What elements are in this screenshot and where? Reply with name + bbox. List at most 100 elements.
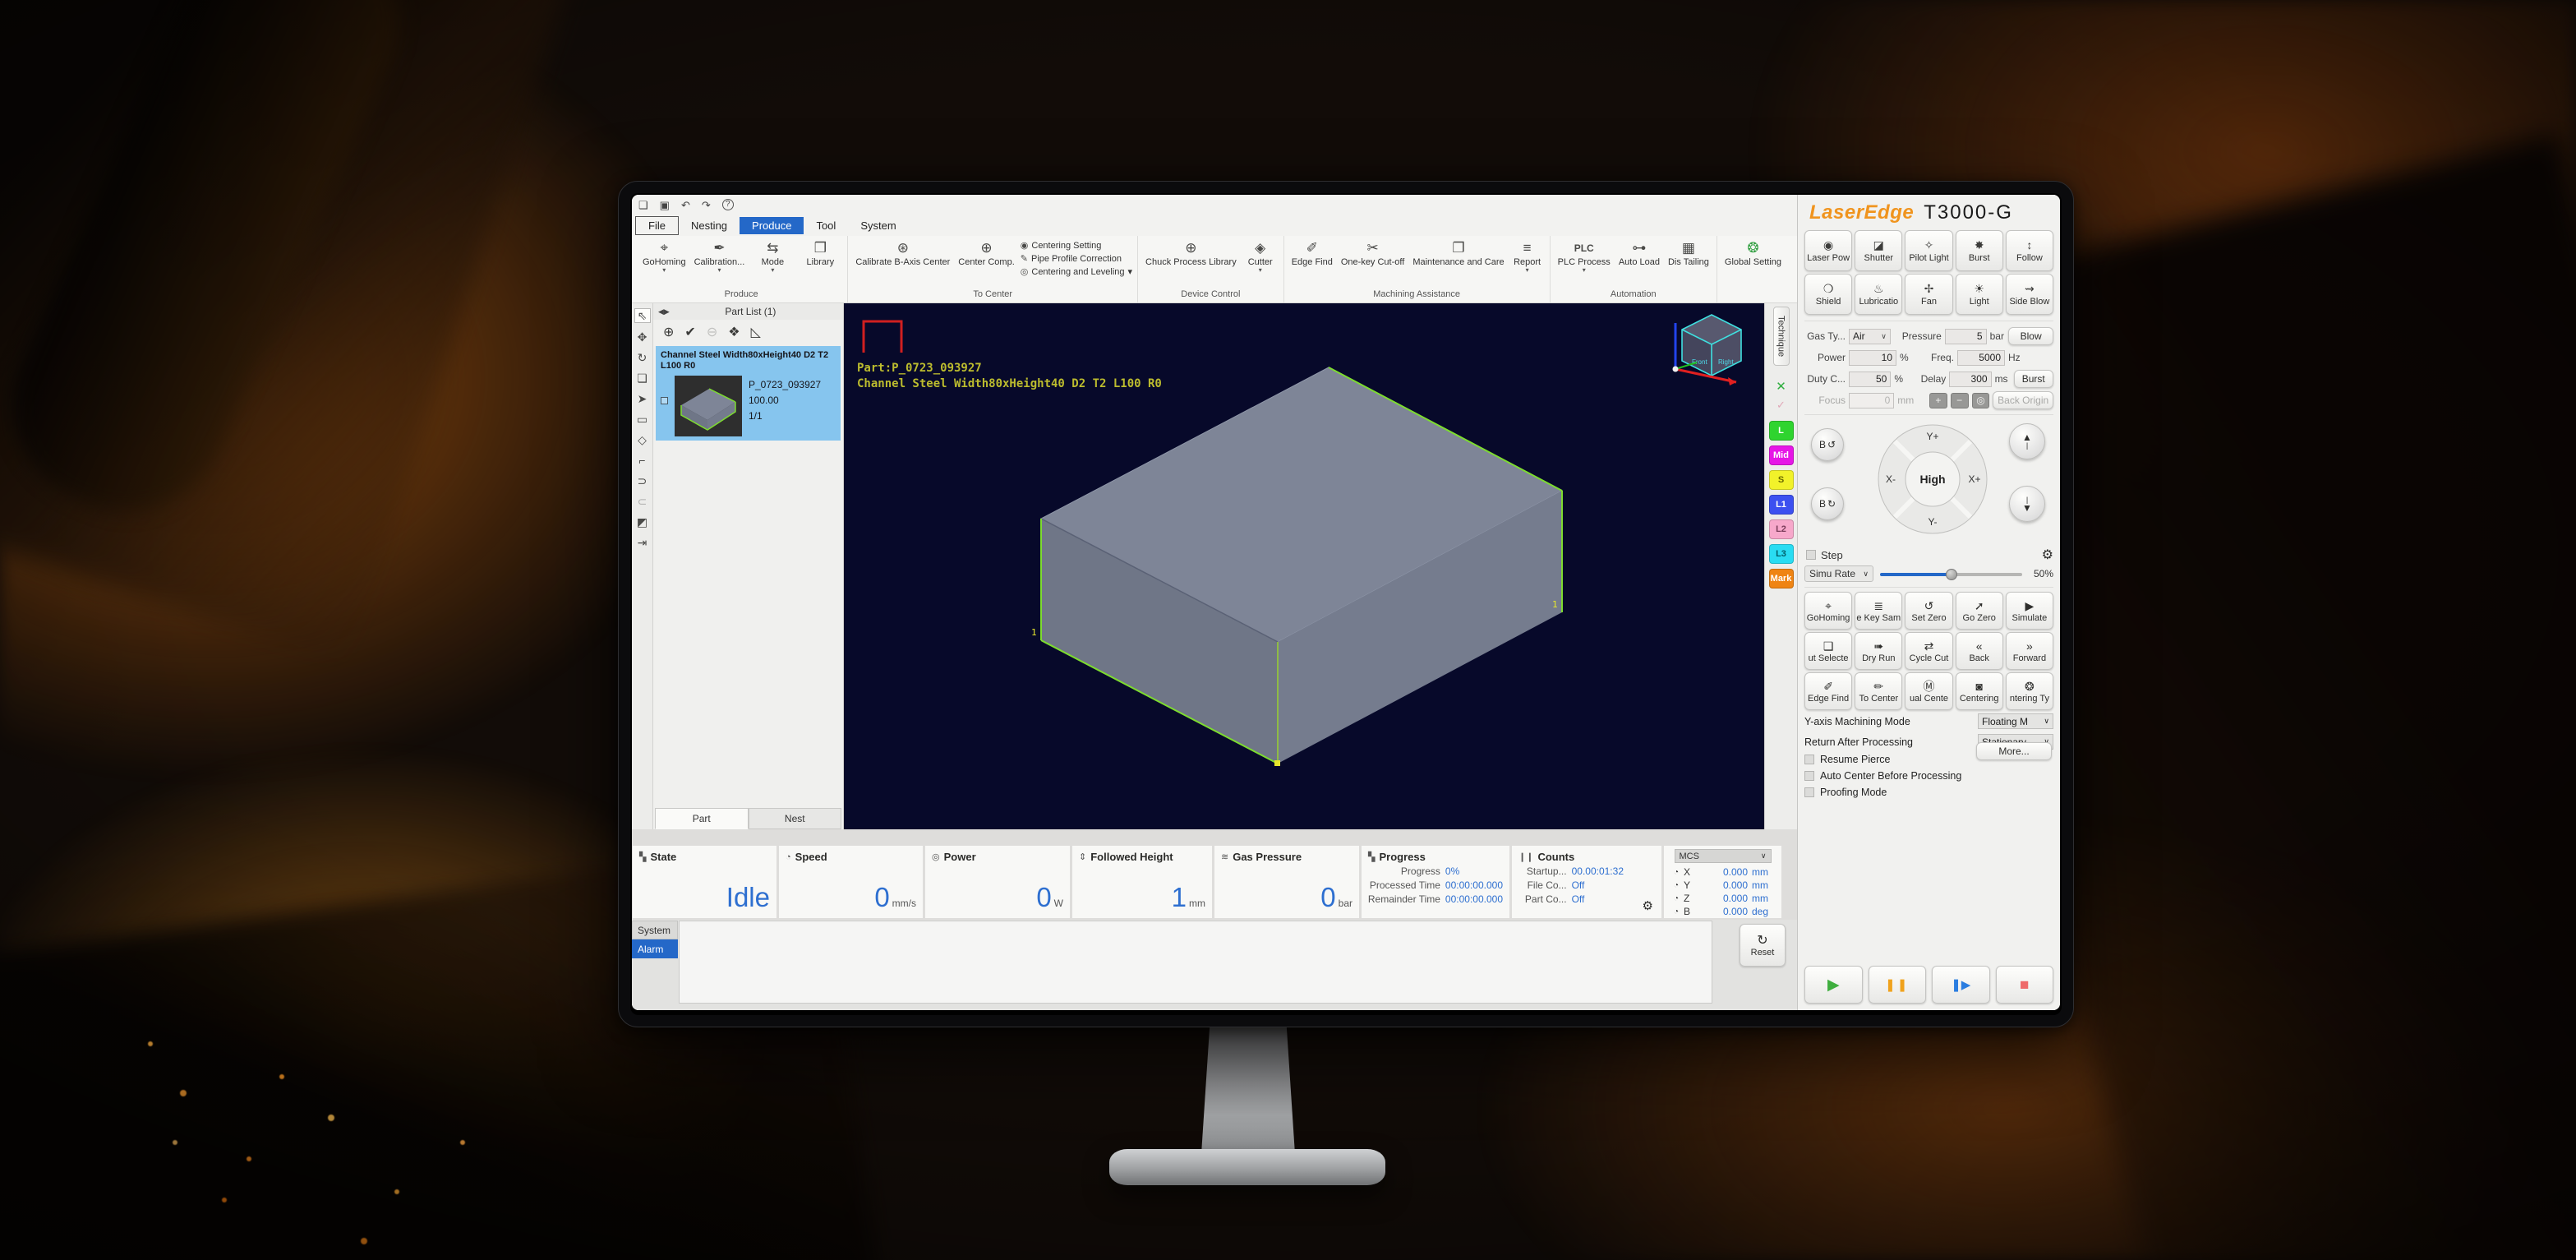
manual-center-button[interactable]: Ⓜual Cente: [1905, 672, 1952, 710]
centering-setting-item[interactable]: ◉ Centering Setting: [1021, 240, 1132, 251]
simu-rate-slider[interactable]: [1880, 568, 2022, 579]
menu-nesting[interactable]: Nesting: [679, 217, 740, 234]
undo-icon[interactable]: ↶: [681, 200, 690, 210]
shade-tool-icon[interactable]: ◩: [634, 515, 651, 528]
focus-target-button[interactable]: ◎: [1972, 393, 1990, 408]
help-icon[interactable]: ?: [722, 199, 734, 210]
pilot-light-button[interactable]: ✧Pilot Light: [1905, 230, 1952, 271]
z-up-button[interactable]: ▲|: [2009, 423, 2045, 459]
select-tool-icon[interactable]: ⇖: [634, 308, 651, 323]
part-checkbox[interactable]: [661, 397, 668, 404]
counts-settings-gear-icon[interactable]: ⚙: [1643, 898, 1653, 913]
xy-jog-pad[interactable]: Y+ X- X+ Y- High: [1875, 422, 1990, 537]
menu-tool[interactable]: Tool: [804, 217, 848, 234]
add-part-icon[interactable]: ⊕: [663, 324, 674, 340]
edge-find-button[interactable]: ✐ Edge Find: [1289, 238, 1335, 269]
dry-run-button[interactable]: ➠Dry Run: [1855, 632, 1902, 670]
link-tool-icon[interactable]: ⊃: [634, 474, 651, 487]
burst-action-button[interactable]: Burst: [2014, 370, 2053, 388]
save-icon[interactable]: ▣: [660, 200, 670, 210]
menu-produce[interactable]: Produce: [740, 217, 804, 234]
duty-cycle-input[interactable]: 50: [1849, 372, 1891, 387]
redo-icon[interactable]: ↷: [702, 200, 711, 210]
to-center-button[interactable]: ✏To Center: [1855, 672, 1902, 710]
part-card-selected[interactable]: Channel Steel Width80xHeight40 D2 T2 L10…: [656, 346, 841, 441]
cursor-tool-icon[interactable]: ➤: [634, 392, 651, 405]
power-input[interactable]: 10: [1849, 350, 1896, 366]
plc-process-button[interactable]: PLC PLC Process ▾: [1555, 238, 1613, 275]
focus-input[interactable]: 0: [1849, 393, 1894, 408]
calibration-button[interactable]: ✒ Calibration... ▾: [692, 238, 748, 275]
tab-part[interactable]: Part: [655, 808, 749, 829]
pause-button[interactable]: ❚❚: [1869, 966, 1927, 1004]
jog-settings-gear-icon[interactable]: ⚙: [2042, 547, 2053, 563]
calibrate-b-axis-button[interactable]: ⊛ Calibrate B-Axis Center: [853, 238, 952, 269]
one-key-cutoff-button[interactable]: ✂ One-key Cut-off: [1339, 238, 1407, 269]
mode-button[interactable]: ⇆ Mode ▾: [750, 238, 795, 275]
centering-type-button[interactable]: ❂ntering Ty: [2006, 672, 2053, 710]
back-button[interactable]: «Back: [1956, 632, 2003, 670]
report-button[interactable]: ≡ Report ▾: [1510, 238, 1545, 275]
resume-pierce-checkbox[interactable]: [1804, 755, 1814, 764]
one-key-sample-button[interactable]: ≣e Key Sam: [1855, 592, 1902, 630]
light-button[interactable]: ☀Light: [1956, 274, 2003, 315]
measure-tool-icon[interactable]: ▭: [634, 413, 651, 426]
follow-button[interactable]: ↕Follow: [2006, 230, 2053, 271]
view-cube-icon[interactable]: ◇: [634, 433, 651, 446]
side-blow-button[interactable]: ⇝Side Blow: [2006, 274, 2053, 315]
delay-input[interactable]: 300: [1949, 372, 1991, 387]
profile-tool-icon[interactable]: ⌐: [634, 454, 651, 467]
layer-chip-l2[interactable]: L2: [1769, 519, 1794, 539]
new-file-icon[interactable]: ❏: [638, 200, 648, 210]
reset-button[interactable]: ↻ Reset: [1740, 924, 1786, 967]
rotate-view-icon[interactable]: ↻: [634, 351, 651, 364]
b-axis-ccw-button[interactable]: B↺: [1811, 428, 1844, 461]
layer-chip-l[interactable]: L: [1769, 421, 1794, 441]
proofing-mode-checkbox[interactable]: [1804, 787, 1814, 797]
start-button[interactable]: ▶: [1804, 966, 1863, 1004]
library-button[interactable]: ❒ Library: [798, 238, 842, 269]
step-checkbox[interactable]: [1806, 550, 1816, 560]
collapse-panel-icon[interactable]: ◀▶: [658, 307, 670, 316]
focus-minus-button[interactable]: −: [1951, 393, 1969, 408]
edge-find-action-button[interactable]: ✐Edge Find: [1804, 672, 1852, 710]
remove-part-icon[interactable]: ⊖: [707, 324, 717, 340]
auto-load-button[interactable]: ⊶ Auto Load: [1616, 238, 1662, 269]
global-setting-button[interactable]: ❂ Global Setting: [1722, 238, 1784, 269]
stop-button[interactable]: ■: [1996, 966, 2054, 1004]
coordinate-system-select[interactable]: MCS∨: [1675, 849, 1772, 863]
fan-button[interactable]: ✢Fan: [1905, 274, 1952, 315]
menu-file[interactable]: File: [635, 216, 679, 235]
tab-system-log[interactable]: System: [632, 921, 678, 939]
back-origin-button[interactable]: Back Origin: [1993, 391, 2053, 409]
tab-alarm-log[interactable]: Alarm: [632, 939, 678, 958]
freq-input[interactable]: 5000: [1957, 350, 2005, 366]
z-down-button[interactable]: |▼: [2009, 486, 2045, 522]
unlink-tool-icon[interactable]: ⊂: [634, 495, 651, 508]
shutter-button[interactable]: ◪Shutter: [1855, 230, 1902, 271]
nest-parts-icon[interactable]: ❖: [728, 324, 740, 340]
pan-tool-icon[interactable]: ✥: [634, 330, 651, 344]
navigation-cube[interactable]: Front Right: [1659, 310, 1754, 385]
cut-selected-button[interactable]: ❑ut Selecte: [1804, 632, 1852, 670]
dis-tailing-button[interactable]: ▦ Dis Tailing: [1666, 238, 1712, 269]
blow-button[interactable]: Blow: [2008, 327, 2053, 345]
centering-and-leveling-item[interactable]: ◎ Centering and Leveling ▾: [1021, 266, 1132, 277]
set-zero-button[interactable]: ↺Set Zero: [1905, 592, 1952, 630]
tab-tool-icon[interactable]: ⇥: [634, 536, 651, 549]
forward-button[interactable]: »Forward: [2006, 632, 2053, 670]
layer-chip-s[interactable]: S: [1769, 470, 1794, 490]
lubrication-button[interactable]: ♨Lubricatio: [1855, 274, 1902, 315]
measure-part-icon[interactable]: ◺: [751, 324, 761, 340]
auto-center-checkbox[interactable]: [1804, 771, 1814, 781]
gas-type-select[interactable]: Air∨: [1849, 329, 1891, 344]
center-comp-button[interactable]: ⊕ Center Comp.: [956, 238, 1016, 269]
laser-power-button[interactable]: ◉Laser Pow: [1804, 230, 1852, 271]
viewport-3d[interactable]: 1 1 Part:P_0723_093927 Channel Steel Wid…: [844, 303, 1764, 829]
focus-plus-button[interactable]: +: [1929, 393, 1947, 408]
tab-nest[interactable]: Nest: [749, 808, 842, 829]
slider-thumb[interactable]: [1946, 569, 1957, 580]
go-zero-button[interactable]: ➚Go Zero: [1956, 592, 2003, 630]
layer-chip-l1[interactable]: L1: [1769, 495, 1794, 515]
simulate-button[interactable]: ▶Simulate: [2006, 592, 2053, 630]
